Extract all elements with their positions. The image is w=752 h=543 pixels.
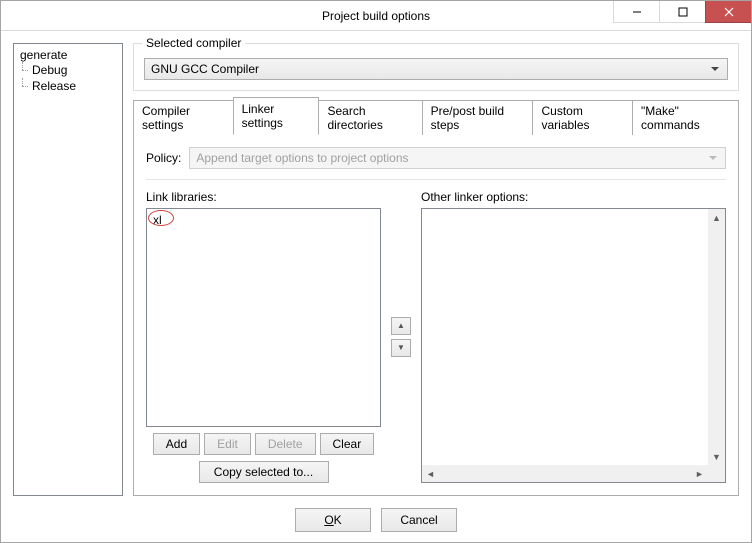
selected-compiler-group: Selected compiler GNU GCC Compiler [133,43,739,91]
maximize-icon [678,7,688,17]
right-pane: Selected compiler GNU GCC Compiler Compi… [133,43,739,496]
target-tree[interactable]: generate Debug Release [13,43,123,496]
link-libraries-list[interactable]: xl [146,208,381,427]
list-item[interactable]: xl [151,213,376,227]
titlebar: Project build options [1,1,751,31]
scroll-up-icon: ▲ [708,209,725,226]
delete-button[interactable]: Delete [255,433,316,455]
move-down-button[interactable]: ▼ [391,339,411,357]
tree-item-debug[interactable]: Debug [30,62,116,78]
tab-prepost-build[interactable]: Pre/post build steps [422,100,534,135]
reorder-column: ▲ ▼ [389,190,413,483]
selected-compiler-legend: Selected compiler [142,36,245,50]
list-buttons-row-2: Copy selected to... [146,461,381,483]
close-button[interactable] [705,1,751,23]
chevron-up-icon: ▲ [397,321,405,330]
policy-dropdown-value: Append target options to project options [196,151,408,165]
tree-item-release[interactable]: Release [30,78,116,94]
tab-custom-variables[interactable]: Custom variables [532,100,633,135]
policy-label: Policy: [146,151,181,165]
scrollbar-vertical[interactable]: ▲ ▼ [708,209,725,465]
tab-search-directories[interactable]: Search directories [318,100,422,135]
clear-button[interactable]: Clear [320,433,375,455]
minimize-button[interactable] [613,1,659,23]
compiler-dropdown-value: GNU GCC Compiler [151,62,259,76]
scroll-right-icon: ► [691,465,708,482]
tab-area: Compiler settings Linker settings Search… [133,97,739,496]
other-linker-column: Other linker options: ▲ ▼ ◄ ► [421,190,726,483]
ok-button-label-rest: K [334,513,342,527]
chevron-down-icon: ▼ [397,343,405,352]
policy-row: Policy: Append target options to project… [146,147,726,180]
scroll-down-icon: ▼ [708,448,725,465]
link-libraries-label: Link libraries: [146,190,381,204]
window-title: Project build options [322,9,430,23]
maximize-button[interactable] [659,1,705,23]
other-linker-textarea[interactable]: ▲ ▼ ◄ ► [421,208,726,483]
tabs-row: Compiler settings Linker settings Search… [133,97,739,135]
scroll-left-icon: ◄ [422,465,439,482]
tree-root[interactable]: generate [20,48,116,62]
cancel-button[interactable]: Cancel [381,508,457,532]
dialog-window: Project build options generate Debug Rel… [0,0,752,543]
copy-selected-button[interactable]: Copy selected to... [199,461,329,483]
dialog-footer: OK Cancel [13,496,739,532]
other-linker-label: Other linker options: [421,190,726,204]
list-buttons-row-1: Add Edit Delete Clear [146,433,381,455]
tab-linker-settings[interactable]: Linker settings [233,97,320,135]
move-up-button[interactable]: ▲ [391,317,411,335]
policy-dropdown[interactable]: Append target options to project options [189,147,726,169]
dialog-content: generate Debug Release Selected compiler… [1,31,751,542]
window-controls [613,1,751,23]
main-row: generate Debug Release Selected compiler… [13,43,739,496]
add-button[interactable]: Add [153,433,200,455]
linker-columns: Link libraries: xl Add Edit Delete Clear [146,190,726,483]
compiler-dropdown[interactable]: GNU GCC Compiler [144,58,728,80]
linker-settings-panel: Policy: Append target options to project… [133,134,739,496]
link-libraries-column: Link libraries: xl Add Edit Delete Clear [146,190,381,483]
close-icon [724,7,734,17]
edit-button[interactable]: Edit [204,433,251,455]
tab-make-commands[interactable]: "Make" commands [632,100,739,135]
tree-children: Debug Release [30,62,116,94]
scrollbar-horizontal[interactable]: ◄ ► [422,465,708,482]
minimize-icon [632,7,642,17]
tab-compiler-settings[interactable]: Compiler settings [133,100,234,135]
scroll-corner [708,465,725,482]
ok-button[interactable]: OK [295,508,371,532]
